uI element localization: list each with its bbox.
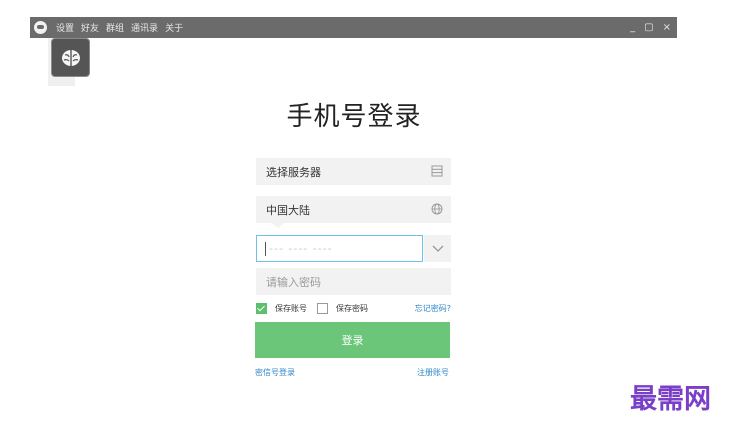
- region-pointer: [271, 222, 285, 228]
- save-password-label: 保存密码: [336, 303, 368, 313]
- save-password-checkbox[interactable]: [317, 302, 328, 314]
- register-link[interactable]: 注册账号: [417, 367, 449, 378]
- phone-number-input[interactable]: --- ---- ----: [256, 235, 423, 262]
- menu-item-about[interactable]: 关于: [165, 21, 183, 34]
- password-input[interactable]: 请输入密码: [256, 268, 451, 295]
- login-options: 保存账号 保存密码 忘记密码?: [256, 301, 451, 315]
- region-label: 中国大陆: [266, 203, 310, 217]
- alt-login-link[interactable]: 密信号登录: [255, 367, 295, 378]
- brain-icon[interactable]: [51, 38, 90, 77]
- password-placeholder: 请输入密码: [266, 275, 321, 289]
- phone-placeholder: --- ---- ----: [269, 242, 333, 255]
- server-select[interactable]: 选择服务器: [256, 158, 451, 185]
- close-button[interactable]: ×: [663, 22, 671, 33]
- brain-icon-svg: [61, 49, 80, 66]
- save-account-checkbox[interactable]: [256, 302, 267, 314]
- region-select[interactable]: 中国大陆: [256, 196, 451, 223]
- menu-item-settings[interactable]: 设置: [56, 21, 74, 34]
- text-caret: [265, 241, 266, 256]
- server-select-label: 选择服务器: [266, 165, 321, 179]
- menu-item-friends[interactable]: 好友: [81, 21, 99, 34]
- menu-item-groups[interactable]: 群组: [106, 21, 124, 34]
- globe-icon: [431, 203, 443, 215]
- watermark-logo: 最需网: [630, 384, 711, 415]
- maximize-button[interactable]: ▢: [644, 22, 653, 33]
- chevron-down-icon: [432, 245, 443, 252]
- app-logo-icon: [34, 21, 47, 34]
- login-button[interactable]: 登录: [255, 322, 450, 358]
- page-title: 手机号登录: [286, 102, 422, 132]
- phone-history-dropdown[interactable]: [424, 235, 451, 262]
- save-account-label: 保存账号: [275, 303, 307, 313]
- forgot-password-link[interactable]: 忘记密码?: [415, 303, 451, 314]
- minimize-button[interactable]: _: [630, 22, 635, 33]
- list-icon: [431, 165, 443, 177]
- window-controls: _ ▢ ×: [630, 22, 671, 33]
- menu-item-contacts[interactable]: 通讯录: [131, 21, 158, 34]
- title-bar: 设置 好友 群组 通讯录 关于 _ ▢ ×: [30, 17, 677, 38]
- top-menu: 设置 好友 群组 通讯录 关于: [56, 21, 183, 34]
